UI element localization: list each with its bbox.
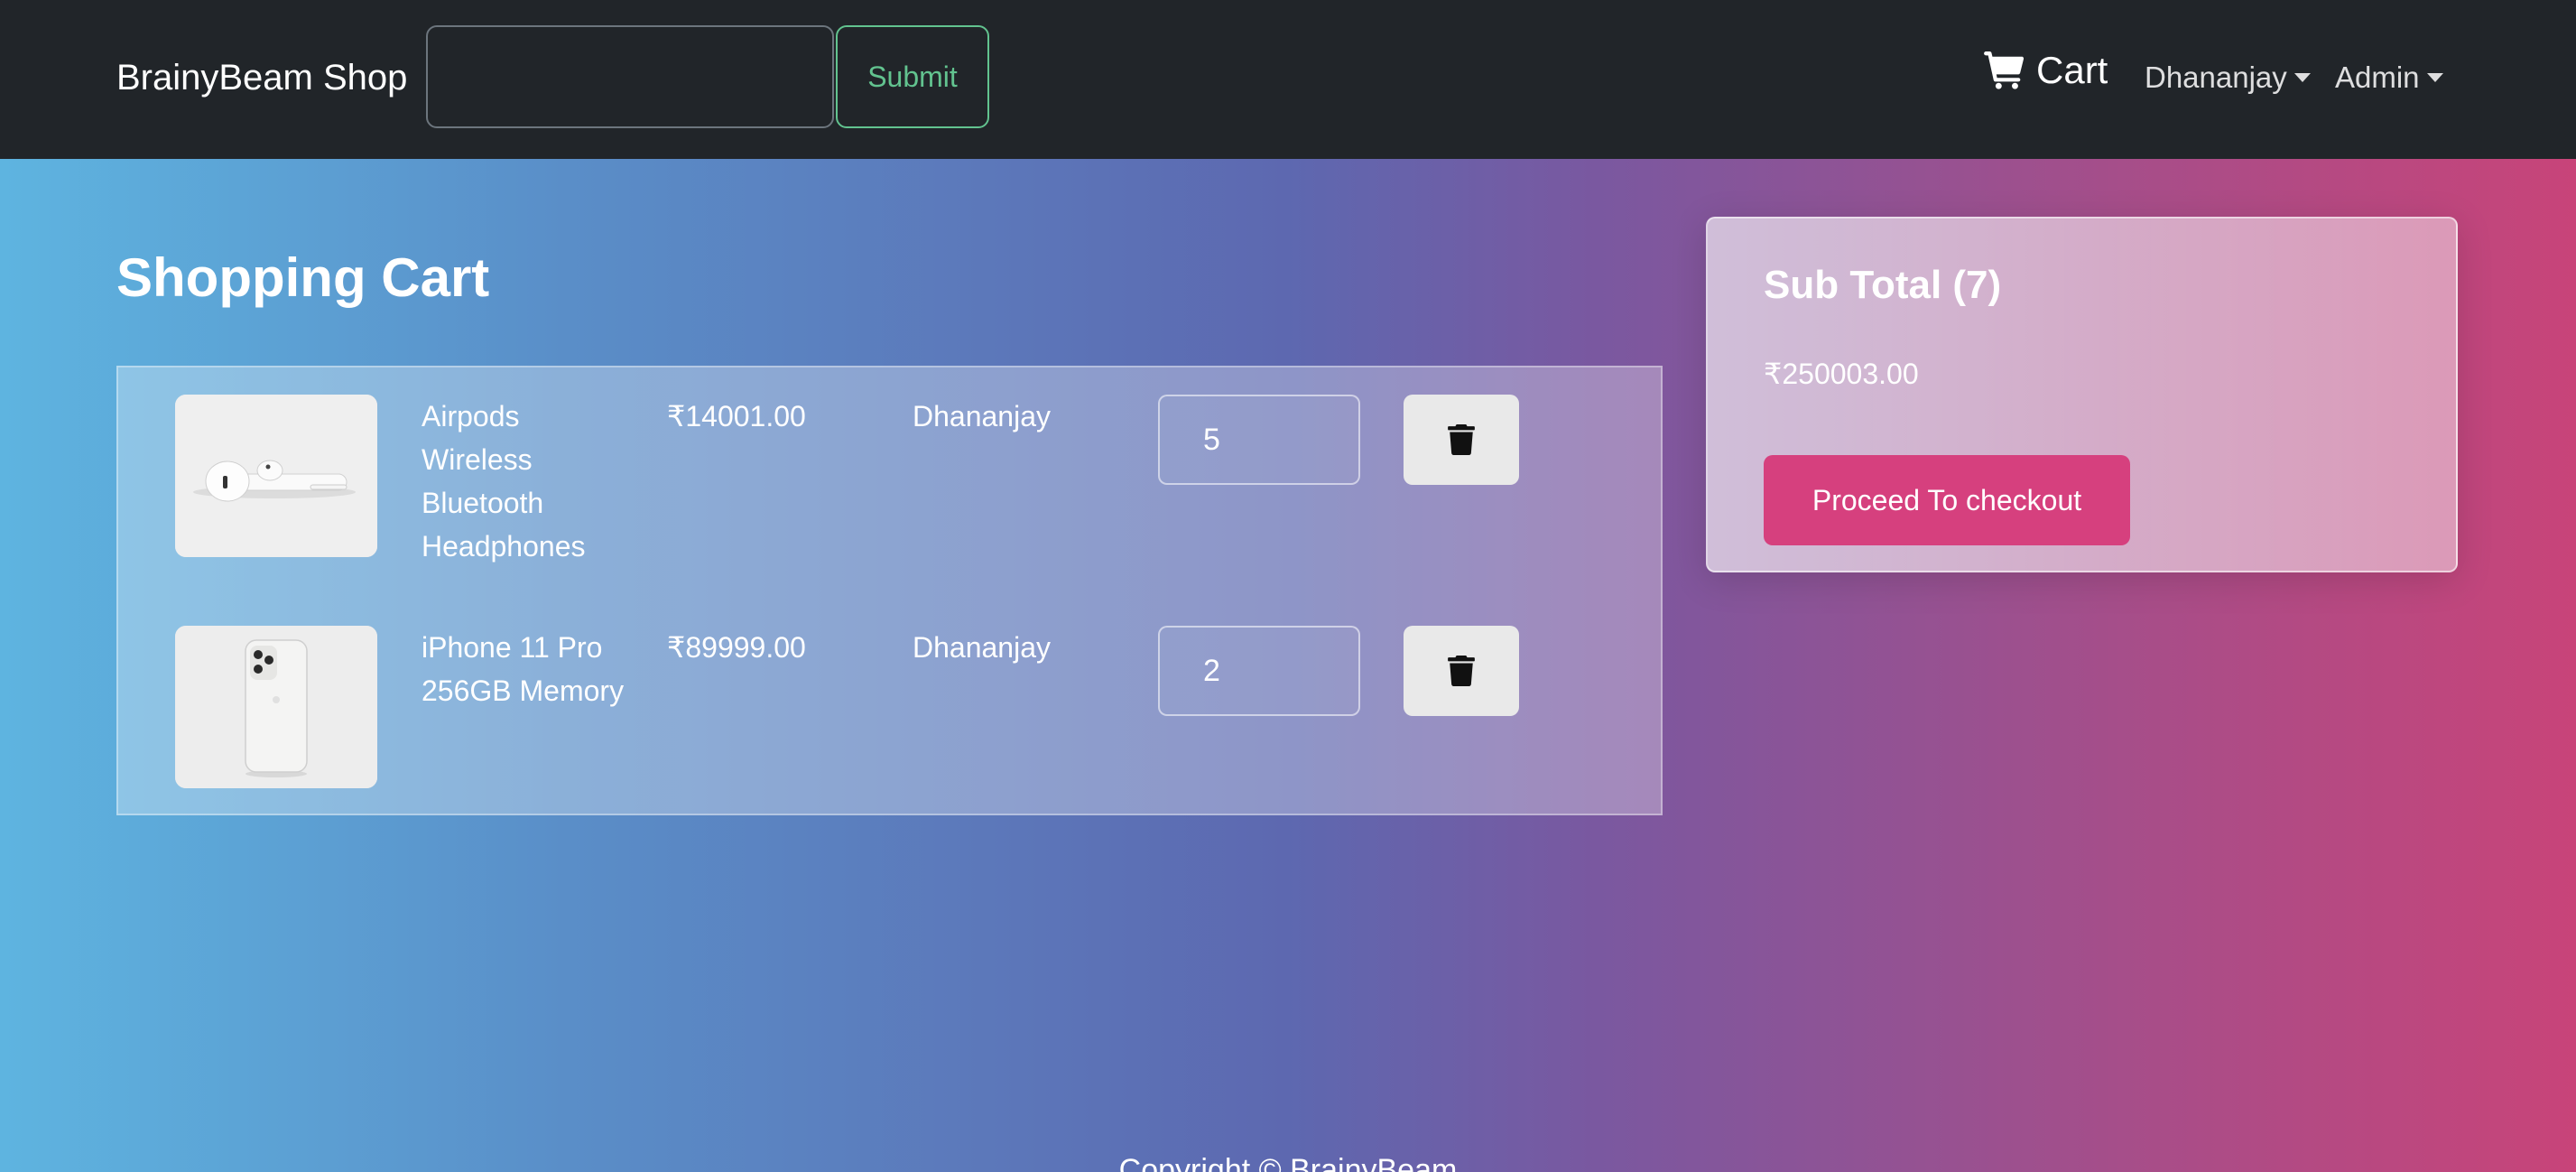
brand-logo[interactable]: BrainyBeam Shop [116,56,407,99]
admin-menu-label: Admin [2335,60,2420,94]
page: BrainyBeam Shop Submit Cart Dhananjay Ad… [0,0,2576,1172]
chevron-down-icon [2293,73,2311,82]
footer-copyright: Copyright © BrainyBeam [1118,1153,1458,1172]
admin-menu-dropdown[interactable]: Admin [2335,56,2443,99]
quantity-input[interactable] [1158,395,1360,485]
item-name-link[interactable]: iPhone 11 Pro 256GB Memory [422,626,638,712]
trash-icon [1448,424,1475,455]
chevron-down-icon [2426,73,2443,82]
remove-item-button[interactable] [1404,395,1519,485]
cart-item: Airpods Wireless Bluetooth Headphones ₹1… [118,367,1661,584]
quantity-input[interactable] [1158,626,1360,716]
nav-cart-link[interactable]: Cart [1984,45,2108,96]
item-seller: Dhananjay [913,400,1051,433]
navbar: BrainyBeam Shop Submit Cart Dhananjay Ad… [0,0,2576,159]
remove-item-button[interactable] [1404,626,1519,716]
page-title: Shopping Cart [116,247,490,308]
user-menu-label: Dhananjay [2145,60,2287,94]
iphone-product-image[interactable] [175,626,377,788]
cart-items-list: Airpods Wireless Bluetooth Headphones ₹1… [116,366,1663,815]
search-input[interactable] [426,25,834,128]
item-price: ₹89999.00 [667,631,806,664]
item-name-link[interactable]: Airpods Wireless Bluetooth Headphones [422,395,638,568]
user-menu-dropdown[interactable]: Dhananjay [2145,56,2311,99]
item-seller: Dhananjay [913,631,1051,664]
checkout-button[interactable]: Proceed To checkout [1764,455,2130,545]
cart-icon [1984,51,2025,89]
cart-label: Cart [2036,49,2108,91]
cart-item: iPhone 11 Pro 256GB Memory ₹89999.00 Dha… [118,599,1661,815]
search-submit-button[interactable]: Submit [836,25,989,128]
airpods-product-image[interactable] [175,395,377,557]
item-price: ₹14001.00 [667,400,806,433]
trash-icon [1448,656,1475,686]
subtotal-card: Sub Total (7) ₹250003.00 Proceed To chec… [1706,217,2458,572]
subtotal-title: Sub Total (7) [1764,263,2002,307]
subtotal-amount: ₹250003.00 [1764,358,1919,390]
